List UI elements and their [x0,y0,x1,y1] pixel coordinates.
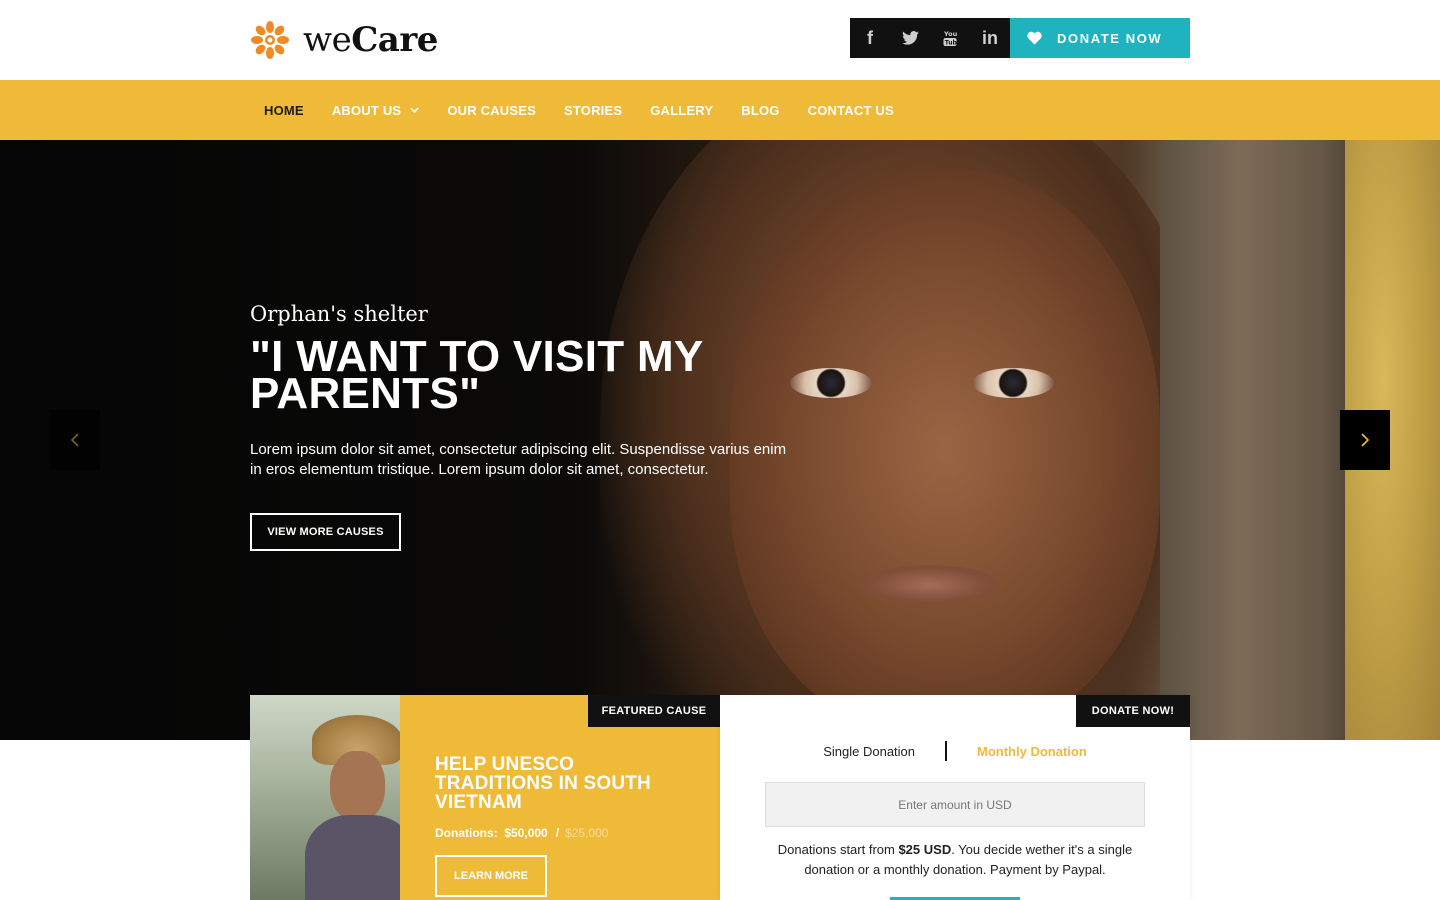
nav-item-label: GALLERY [650,102,714,118]
nav-item-home[interactable]: HOME [250,103,318,118]
nav-item-our-causes[interactable]: OUR CAUSES [433,103,550,118]
youtube-icon[interactable]: You Tube [930,18,970,58]
nav-item-contact-us[interactable]: CONTACT US [794,103,908,118]
hero-subtitle: Orphan's shelter [250,302,428,326]
nav-item-label: HOME [264,102,304,118]
single-donation-option[interactable]: Single Donation [809,744,929,759]
hero-image-mouth [860,565,1000,605]
main-nav: HOME ABOUT US OUR CAUSES STORIES GALLERY… [0,80,1440,140]
toggle-divider [945,741,948,761]
donations-label: Donations: [435,826,498,840]
hero-caption: Orphan's shelter "I want to visit my par… [250,302,810,480]
logo-text-light: we [303,20,352,60]
chevron-right-icon [1361,433,1370,447]
chevron-left-icon [70,433,79,447]
nav-item-blog[interactable]: BLOG [727,103,793,118]
nav-item-label: CONTACT US [807,102,894,118]
chevron-down-icon [410,107,419,113]
svg-text:You: You [943,30,957,38]
cause-photo-face [330,751,385,821]
slider-prev-button[interactable] [50,410,100,470]
nav-item-label: OUR CAUSES [447,102,536,118]
donate-widget-tag: DONATE NOW! [1076,695,1190,727]
nav-item-label: ABOUT US [331,102,402,118]
asterisk-flower-icon [251,21,289,59]
donation-amount-input[interactable] [765,782,1145,827]
nav-item-gallery[interactable]: GALLERY [636,103,727,118]
logo-text: weCare [303,20,438,60]
nav-item-stories[interactable]: STORIES [550,103,636,118]
featured-cause-photo [250,695,400,900]
monthly-donation-option[interactable]: Monthly Donation [963,744,1101,759]
nav-item-about-us[interactable]: ABOUT US [318,103,434,118]
heart-icon [1027,31,1042,45]
slider-next-button[interactable] [1340,410,1390,470]
donation-note-start: Donations start from [777,842,899,857]
learn-more-button[interactable]: LEARN MORE [435,855,547,897]
featured-cause-card: FEATURED CAUSE Help UNESCO traditions in… [250,695,720,900]
donate-now-label: DONATE NOW [1057,30,1163,46]
linkedin-icon[interactable]: in [970,18,1010,58]
logo-text-bold: Care [351,20,438,60]
featured-cause-tag: FEATURED CAUSE [588,695,720,727]
donation-min-amount: $25 USD [898,842,952,857]
featured-cause-title[interactable]: Help UNESCO traditions in South Vietnam [435,755,695,812]
hero-description: Lorem ipsum dolor sit amet, consectetur … [250,441,787,478]
social-links: f You Tube in [850,18,1010,58]
twitter-icon[interactable] [890,18,930,58]
logo[interactable]: weCare [250,18,438,62]
donations-goal: $25,000 [565,826,609,840]
donate-now-button[interactable]: DONATE NOW [1010,18,1190,58]
svg-text:Tube: Tube [945,40,957,47]
donation-type-toggle: Single Donation Monthly Donation [720,740,1190,762]
cause-photo-body [305,815,400,900]
nav-item-label: STORIES [564,102,623,118]
featured-cause-stats: Donations: $50,000 / $25,000 [435,826,608,840]
nav-item-label: BLOG [741,102,780,118]
hero-image-wood [1160,140,1360,740]
donations-separator: / [555,826,560,840]
facebook-icon[interactable]: f [850,18,890,58]
hero-image-eye-right [972,368,1054,398]
hero-title: "I want to visit my parents" [250,332,703,418]
view-more-causes-button[interactable]: VIEW MORE CAUSES [250,513,401,551]
donate-widget: DONATE NOW! Single Donation Monthly Dona… [720,695,1190,900]
donations-raised: $50,000 [504,826,548,840]
hero-slider: Orphan's shelter "I want to visit my par… [0,140,1440,740]
donation-note: Donations start from $25 USD. You decide… [765,840,1145,880]
top-header: weCare f You Tube in DONATE NOW [0,0,1440,80]
